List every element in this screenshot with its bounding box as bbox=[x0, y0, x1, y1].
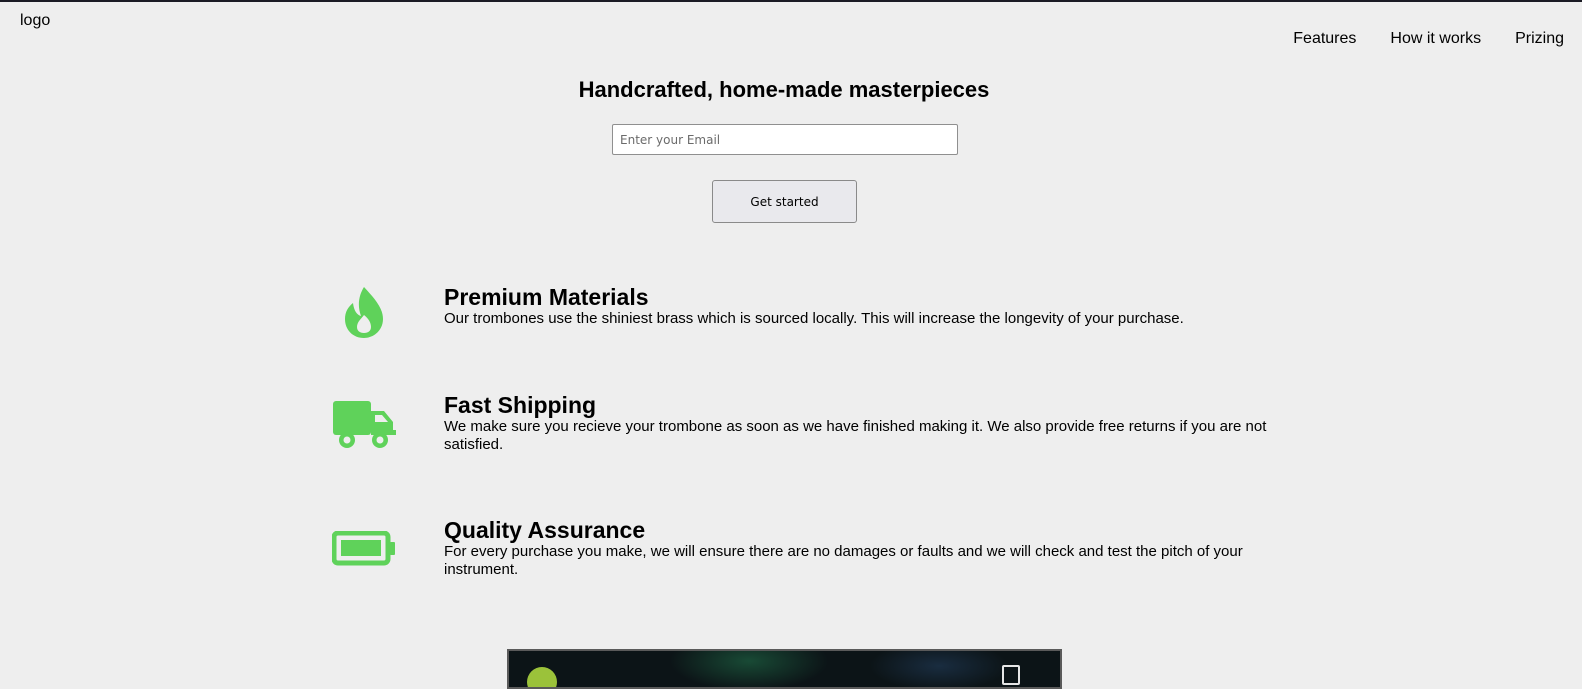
channel-avatar-icon[interactable] bbox=[527, 667, 557, 687]
fire-icon bbox=[324, 280, 404, 344]
hero-title: Handcrafted, home-made masterpieces bbox=[578, 77, 990, 102]
get-started-button[interactable]: Get started bbox=[712, 180, 857, 223]
logo: logo bbox=[20, 12, 51, 29]
feature-title: Fast Shipping bbox=[444, 392, 597, 418]
nav-link-how-it-works[interactable]: How it works bbox=[1390, 30, 1481, 48]
nav-link-features[interactable]: Features bbox=[1293, 30, 1356, 48]
video-thumbnail-glow bbox=[869, 651, 1009, 687]
feature-description: For every purchase you make, we will ens… bbox=[444, 543, 1243, 578]
battery-full-icon bbox=[324, 517, 404, 581]
copy-link-icon[interactable] bbox=[1002, 665, 1020, 685]
feature-title: Premium Materials bbox=[444, 284, 649, 310]
email-input[interactable] bbox=[612, 124, 958, 155]
nav-link-prizing[interactable]: Prizing bbox=[1515, 30, 1564, 48]
feature-text: Fast Shipping We make sure you recieve y… bbox=[444, 392, 1274, 454]
nav-bar: Features How it works Prizing bbox=[1259, 30, 1564, 48]
feature-text: Premium Materials Our trombones use the … bbox=[444, 284, 1274, 328]
feature-description: We make sure you recieve your trombone a… bbox=[444, 418, 1267, 453]
top-border bbox=[0, 0, 1582, 2]
embedded-video[interactable] bbox=[507, 649, 1062, 689]
feature-description: Our trombones use the shiniest brass whi… bbox=[444, 310, 1184, 327]
video-thumbnail-glow bbox=[669, 651, 829, 687]
feature-title: Quality Assurance bbox=[444, 517, 646, 543]
feature-text: Quality Assurance For every purchase you… bbox=[444, 517, 1274, 579]
truck-icon bbox=[324, 392, 404, 456]
